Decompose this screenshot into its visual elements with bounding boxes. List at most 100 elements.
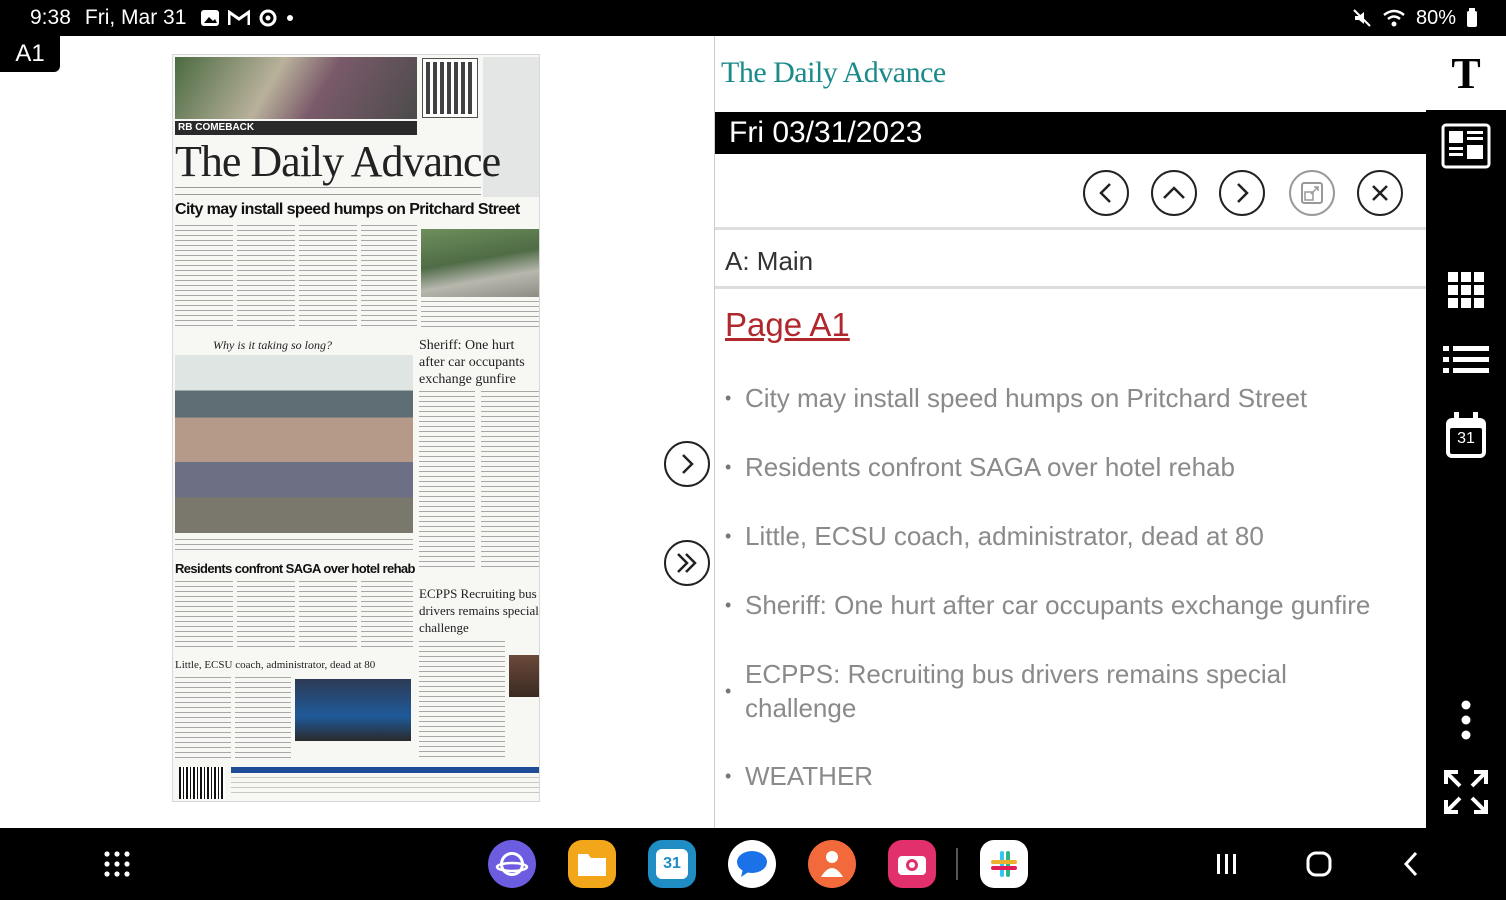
recents-icon [1217, 854, 1236, 874]
sheriff-headline: Sheriff: One hurt after car occupants ex… [419, 338, 525, 387]
residents-meeting-photo [175, 355, 413, 533]
article-text-block [419, 391, 475, 571]
grid-icon [1448, 272, 1484, 308]
promo-strip: RB COMEBACK [175, 121, 417, 135]
settings-notification-icon [259, 9, 277, 27]
chevron-right-icon [682, 454, 694, 474]
ecpps-headline: ECPPS Recruiting bus drivers remains spe… [419, 586, 539, 635]
article-title: Residents confront SAGA over hotel rehab [745, 452, 1235, 482]
newspaper-front-page[interactable]: RB COMEBACK The Daily Advance City may i… [172, 54, 540, 802]
next-page-button[interactable] [664, 441, 710, 487]
contacts-app-icon[interactable] [808, 840, 856, 888]
bullet-icon: • [725, 388, 732, 408]
calendar-day-label: 31 [1457, 430, 1475, 447]
mute-icon [1353, 9, 1371, 27]
calendar-button[interactable]: 31 [1426, 406, 1506, 466]
footer-blue-bar [231, 767, 539, 773]
home-icon [1306, 851, 1332, 877]
app-drawer-button[interactable] [100, 846, 134, 882]
slack-app-icon[interactable] [980, 840, 1028, 888]
bullet-icon: • [725, 766, 732, 786]
footer-weather-text [231, 777, 539, 797]
publication-logo: The Daily Advance [721, 56, 946, 89]
article-title: City may install speed humps on Pritchar… [745, 383, 1308, 413]
newspaper-masthead: The Daily Advance [175, 137, 501, 186]
article-title: Sheriff: One hurt after car occupants ex… [745, 590, 1371, 620]
article-text-block [175, 581, 233, 651]
last-page-button[interactable] [664, 540, 710, 586]
system-navigation-bar: 31 [0, 828, 1506, 900]
bullet-icon: • [725, 595, 732, 615]
my-files-app-icon[interactable] [568, 840, 616, 888]
article-text-block [299, 225, 357, 329]
article-text-block [481, 391, 539, 571]
headline-coach: Little, ECSU coach, administrator, dead … [175, 659, 376, 671]
headline-speed-humps: City may install speed humps on Pritchar… [175, 201, 520, 218]
calendar-icon: 31 [1444, 412, 1488, 460]
article-item[interactable]: • ECPPS: Recruiting bus drivers remains s… [725, 657, 1325, 725]
chevron-right-icon [1237, 183, 1249, 203]
more-vertical-icon [1461, 700, 1471, 740]
open-page-button[interactable] [1289, 170, 1335, 216]
article-item[interactable]: • Residents confront SAGA over hotel reha… [725, 450, 1415, 484]
article-text-block [419, 641, 505, 761]
calendar-app-icon[interactable]: 31 [648, 840, 696, 888]
internet-app-icon[interactable] [488, 840, 536, 888]
article-text-block [175, 225, 233, 329]
gallery-notification-icon [201, 10, 220, 26]
photo-caption-text [175, 539, 413, 553]
article-text-block [175, 677, 231, 761]
article-item[interactable]: • Little, ECSU coach, administrator, dead… [725, 519, 1415, 553]
page-a1-link[interactable]: Page A1 [725, 306, 850, 344]
article-item[interactable]: • WEATHER [725, 759, 1415, 793]
previous-article-button[interactable] [1083, 170, 1129, 216]
headline-saga: Residents confront SAGA over hotel rehab [175, 561, 415, 576]
more-notifications-dot-icon [287, 15, 294, 21]
fullscreen-icon [1444, 770, 1488, 814]
open-in-page-icon [1301, 182, 1323, 204]
chevron-left-icon [1099, 183, 1111, 203]
status-bar: 9:38 Fri, Mar 31 80% [0, 0, 1506, 36]
article-item[interactable]: • City may install speed humps on Pritcha… [725, 381, 1415, 415]
newspaper-page-icon [1441, 123, 1491, 169]
issue-date: Fri 03/31/2023 [715, 112, 1427, 154]
qr-code [422, 58, 478, 118]
page-view-button[interactable] [1426, 118, 1506, 174]
fullscreen-button[interactable] [1426, 764, 1506, 820]
coaches-photo [295, 679, 411, 741]
next-article-button[interactable] [1219, 170, 1265, 216]
camera-app-icon[interactable] [888, 840, 936, 888]
double-chevron-right-icon [677, 553, 697, 573]
back-button[interactable] [1396, 846, 1426, 882]
photo-caption-title: Why is it taking so long? [213, 338, 332, 352]
article-title: WEATHER [745, 761, 874, 791]
person-icon [821, 851, 843, 877]
dateline-rule [175, 187, 481, 195]
up-article-button[interactable] [1151, 170, 1197, 216]
bullet-icon: • [725, 526, 732, 546]
article-title: ECPPS: Recruiting bus drivers remains sp… [745, 659, 1287, 723]
close-button[interactable] [1357, 170, 1403, 216]
article-item[interactable]: • Sheriff: One hurt after car occupants e… [725, 588, 1415, 622]
slack-icon [991, 851, 1017, 877]
street-photo [421, 229, 539, 297]
messages-app-icon[interactable] [728, 840, 776, 888]
home-button[interactable] [1302, 846, 1336, 882]
calendar-app-day: 31 [656, 849, 688, 879]
side-toolbar: T 31 [1426, 36, 1506, 828]
close-icon [1372, 185, 1388, 201]
text-size-icon: T [1451, 48, 1481, 98]
page-thumbnail-pane: RB COMEBACK The Daily Advance City may i… [0, 36, 714, 828]
section-name: A: Main [715, 233, 1427, 289]
bullet-icon: • [725, 457, 732, 477]
recent-apps-button[interactable] [1212, 846, 1242, 882]
article-text-block [299, 581, 357, 651]
article-text-block [237, 225, 295, 329]
more-options-button[interactable] [1426, 692, 1506, 748]
bullet-icon: • [725, 681, 732, 701]
article-list-button[interactable] [1426, 332, 1506, 388]
battery-icon [1467, 8, 1477, 27]
page-number-badge: A1 [0, 36, 60, 72]
text-size-button[interactable]: T [1426, 36, 1506, 110]
thumbnails-grid-button[interactable] [1426, 262, 1506, 318]
